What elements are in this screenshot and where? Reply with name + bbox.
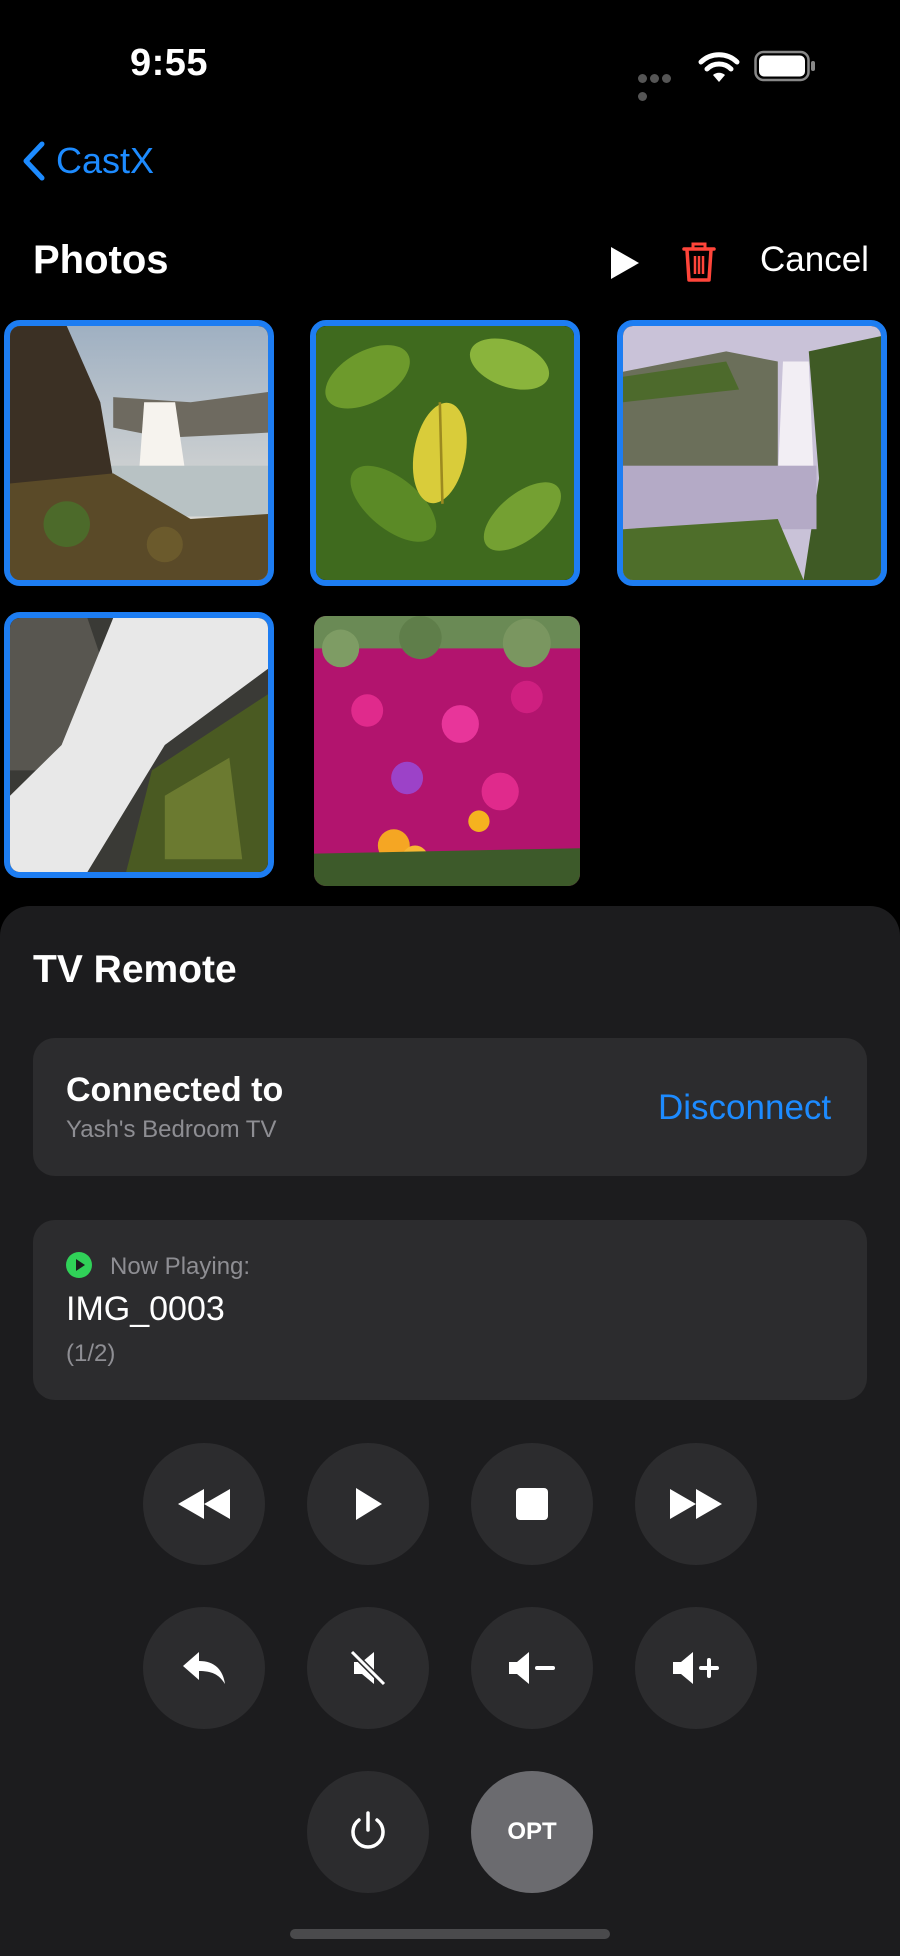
back-remote-button[interactable] bbox=[143, 1607, 265, 1729]
waterfall-valley-image bbox=[623, 326, 881, 580]
green-leaves-image bbox=[316, 326, 574, 580]
power-icon bbox=[351, 1811, 385, 1849]
photo-thumbnail[interactable] bbox=[4, 612, 274, 878]
volume-down-icon bbox=[509, 1652, 555, 1684]
options-button[interactable]: OPT bbox=[471, 1771, 593, 1893]
page-title: Photos bbox=[33, 238, 169, 282]
status-time: 9:55 bbox=[130, 42, 209, 84]
cancel-button[interactable]: Cancel bbox=[760, 240, 869, 280]
volume-up-button[interactable] bbox=[635, 1607, 757, 1729]
now-playing-title: IMG_0003 bbox=[66, 1290, 225, 1328]
wifi-icon bbox=[698, 52, 740, 82]
speaker-muted-icon bbox=[349, 1649, 387, 1687]
photo-thumbnail[interactable] bbox=[314, 616, 580, 886]
play-button[interactable] bbox=[307, 1443, 429, 1565]
now-playing-label: Now Playing: bbox=[110, 1253, 251, 1280]
rewind-button[interactable] bbox=[143, 1443, 265, 1565]
power-button[interactable] bbox=[307, 1771, 429, 1893]
waterfall-closeup-image bbox=[10, 618, 268, 872]
now-playing-count: (1/2) bbox=[66, 1340, 116, 1367]
photo-thumbnail[interactable] bbox=[310, 320, 580, 586]
fast-forward-icon bbox=[670, 1489, 722, 1519]
device-name: Yash's Bedroom TV bbox=[66, 1116, 277, 1143]
play-icon[interactable] bbox=[606, 244, 642, 282]
connected-label: Connected to bbox=[66, 1071, 284, 1109]
stop-button[interactable] bbox=[471, 1443, 593, 1565]
chevron-left-icon bbox=[23, 141, 45, 181]
playing-indicator-icon bbox=[66, 1252, 92, 1278]
cellular-icon bbox=[638, 70, 684, 101]
stop-icon bbox=[516, 1488, 548, 1520]
volume-up-icon bbox=[673, 1652, 719, 1684]
disconnect-button[interactable]: Disconnect bbox=[658, 1088, 831, 1128]
waterfall-cliff-image bbox=[10, 326, 268, 580]
back-button[interactable]: CastX bbox=[22, 138, 154, 184]
pink-flowers-image bbox=[314, 616, 580, 886]
back-label: CastX bbox=[56, 140, 155, 181]
photo-thumbnail[interactable] bbox=[617, 320, 887, 586]
fast-forward-button[interactable] bbox=[635, 1443, 757, 1565]
battery-icon bbox=[754, 50, 815, 82]
mute-button[interactable] bbox=[307, 1607, 429, 1729]
volume-down-button[interactable] bbox=[471, 1607, 593, 1729]
play-icon bbox=[356, 1488, 382, 1520]
photo-thumbnail[interactable] bbox=[4, 320, 274, 586]
trash-icon[interactable] bbox=[680, 240, 718, 284]
home-indicator bbox=[290, 1929, 610, 1939]
rewind-icon bbox=[178, 1489, 230, 1519]
remote-title: TV Remote bbox=[33, 948, 237, 991]
reply-arrow-icon bbox=[183, 1652, 225, 1684]
